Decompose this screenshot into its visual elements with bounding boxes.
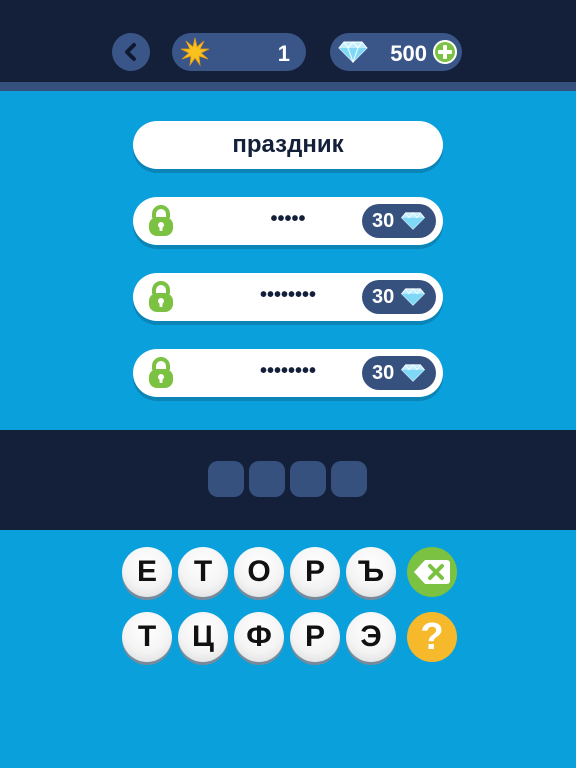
- answer-slot[interactable]: [249, 461, 285, 497]
- question-icon: ?: [420, 615, 444, 658]
- letter-key[interactable]: Т: [178, 547, 228, 597]
- gems-counter: 500: [330, 33, 462, 71]
- hint-price: 30: [372, 286, 395, 308]
- letter-key[interactable]: Т: [122, 612, 172, 662]
- star-burst-icon: [180, 37, 210, 73]
- top-bar-stripe: [0, 82, 576, 91]
- unlock-hint-button[interactable]: 30: [362, 356, 436, 390]
- back-button[interactable]: [112, 33, 150, 71]
- hint-row[interactable]: •••••••• 30: [133, 273, 443, 321]
- letter-key[interactable]: Ф: [234, 612, 284, 662]
- letter-key[interactable]: Р: [290, 612, 340, 662]
- answer-area: [0, 430, 576, 530]
- letter-key[interactable]: Ц: [178, 612, 228, 662]
- hint-row[interactable]: •••••••• 30: [133, 349, 443, 397]
- diamond-icon: [338, 41, 368, 69]
- top-bar: 1 500: [0, 0, 576, 82]
- letter-key[interactable]: О: [234, 547, 284, 597]
- clue-word: праздник: [133, 121, 443, 169]
- unlock-hint-button[interactable]: 30: [362, 204, 436, 238]
- delete-button[interactable]: [407, 547, 457, 597]
- level-value: 1: [277, 41, 290, 66]
- answer-slot[interactable]: [208, 461, 244, 497]
- letter-key[interactable]: Э: [346, 612, 396, 662]
- diamond-icon: [400, 288, 426, 312]
- letter-key[interactable]: Р: [290, 547, 340, 597]
- unlock-hint-button[interactable]: 30: [362, 280, 436, 314]
- hint-row[interactable]: ••••• 30: [133, 197, 443, 245]
- hint-price: 30: [372, 210, 395, 232]
- answer-slot[interactable]: [331, 461, 367, 497]
- diamond-icon: [400, 364, 426, 388]
- delete-icon: [414, 560, 450, 584]
- gems-value: 500: [390, 41, 427, 66]
- chevron-left-icon: [125, 43, 136, 61]
- add-gems-button[interactable]: [433, 40, 457, 64]
- letter-key[interactable]: Ъ: [346, 547, 396, 597]
- hint-price: 30: [372, 362, 395, 384]
- plus-icon: [438, 45, 452, 59]
- letter-key[interactable]: Е: [122, 547, 172, 597]
- help-button[interactable]: ?: [407, 612, 457, 662]
- diamond-icon: [400, 212, 426, 236]
- answer-slot[interactable]: [290, 461, 326, 497]
- level-counter: 1: [172, 33, 306, 71]
